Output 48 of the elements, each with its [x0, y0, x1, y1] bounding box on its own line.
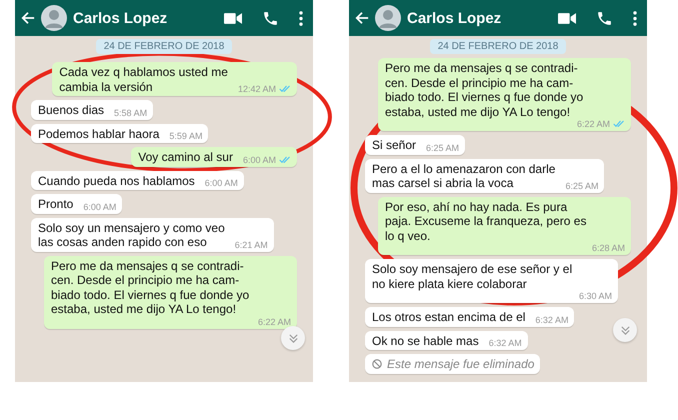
message-text: Este mensaje fue eliminado — [387, 357, 534, 372]
date-chip: 24 DE FEBRERO DE 2018 — [96, 39, 232, 54]
message-text: Podemos hablar haora — [38, 126, 160, 141]
chevron-down-icon — [288, 332, 298, 344]
message-text: Los otros estan encima de el — [372, 310, 526, 324]
message-time: 6:22 AM — [576, 119, 610, 129]
message-text: Cuando pueda nos hablamos — [38, 174, 195, 188]
contact-name: Carlos Lopez — [73, 10, 168, 26]
message-text: Pero me da mensajes q se contradi- cen. Desde el principio me ha cam- biado todo. El viernes q fue donde yo estaba, usted me dijo YA Lo tengo! — [51, 258, 250, 316]
message-time: 6:21 AM — [234, 240, 268, 250]
message-text: Ok no se hable mas — [372, 334, 479, 348]
message-text: Pronto — [38, 197, 74, 212]
message-time: 5:58 AM — [114, 108, 148, 118]
message-time: 6:00 AM — [204, 178, 238, 188]
back-arrow-icon[interactable] — [21, 11, 35, 25]
message-time: 12:42 AM — [238, 84, 276, 94]
message-text: Por eso, ahí no hay nada. Es pura paja. Excuseme la franqueza, pero es lo q veo. — [385, 200, 586, 243]
message-text: Buenos dias — [38, 103, 104, 118]
back-arrow-icon[interactable] — [355, 11, 369, 25]
message-text: Solo soy un mensajero y como veo las cosas anden rapido con eso — [38, 220, 225, 250]
menu-icon[interactable] — [633, 10, 637, 26]
message-text: Si señor — [372, 138, 416, 152]
message-time: 6:30 AM — [578, 291, 612, 301]
date-chip: 24 DE FEBRERO DE 2018 — [430, 39, 566, 54]
contact-name: Carlos Lopez — [407, 10, 502, 26]
message-text: Solo soy mensajero de ese señor y el no kiere plata kiere colaborar — [372, 262, 572, 291]
chevron-down-icon — [620, 324, 630, 336]
message-time: 5:59 AM — [169, 131, 202, 141]
avatar-icon[interactable] — [41, 5, 67, 31]
phone-icon[interactable] — [596, 10, 613, 26]
menu-icon[interactable] — [299, 10, 303, 26]
message-text: Cada vez q hablamos usted me cambia la versión — [59, 65, 228, 94]
deleted-icon — [372, 359, 382, 370]
message-time: 6:22 AM — [258, 316, 291, 326]
message-time: 6:00 AM — [83, 202, 116, 212]
message-time: 6:00 AM — [242, 154, 276, 164]
message-time: 6:32 AM — [535, 314, 568, 324]
message-time: 6:28 AM — [592, 243, 625, 253]
video-call-icon[interactable] — [558, 12, 576, 24]
message-text: Pero me da mensajes q se contradi- cen. Desde el principio me ha cam- biado todo. El viernes q fue donde yo estaba, usted me dijo YA Lo tengo! — [385, 61, 584, 119]
message-time: 6:32 AM — [488, 338, 522, 348]
message-text: Voy camino al sur — [138, 150, 233, 164]
phone-icon[interactable] — [262, 10, 279, 26]
video-call-icon[interactable] — [224, 12, 242, 24]
message-time: 6:25 AM — [565, 180, 598, 190]
message-time: 6:25 AM — [426, 142, 460, 152]
message-text: Pero a el lo amenazaron con darle mas carsel si abria la voca — [372, 162, 556, 190]
avatar-icon[interactable] — [375, 5, 401, 31]
